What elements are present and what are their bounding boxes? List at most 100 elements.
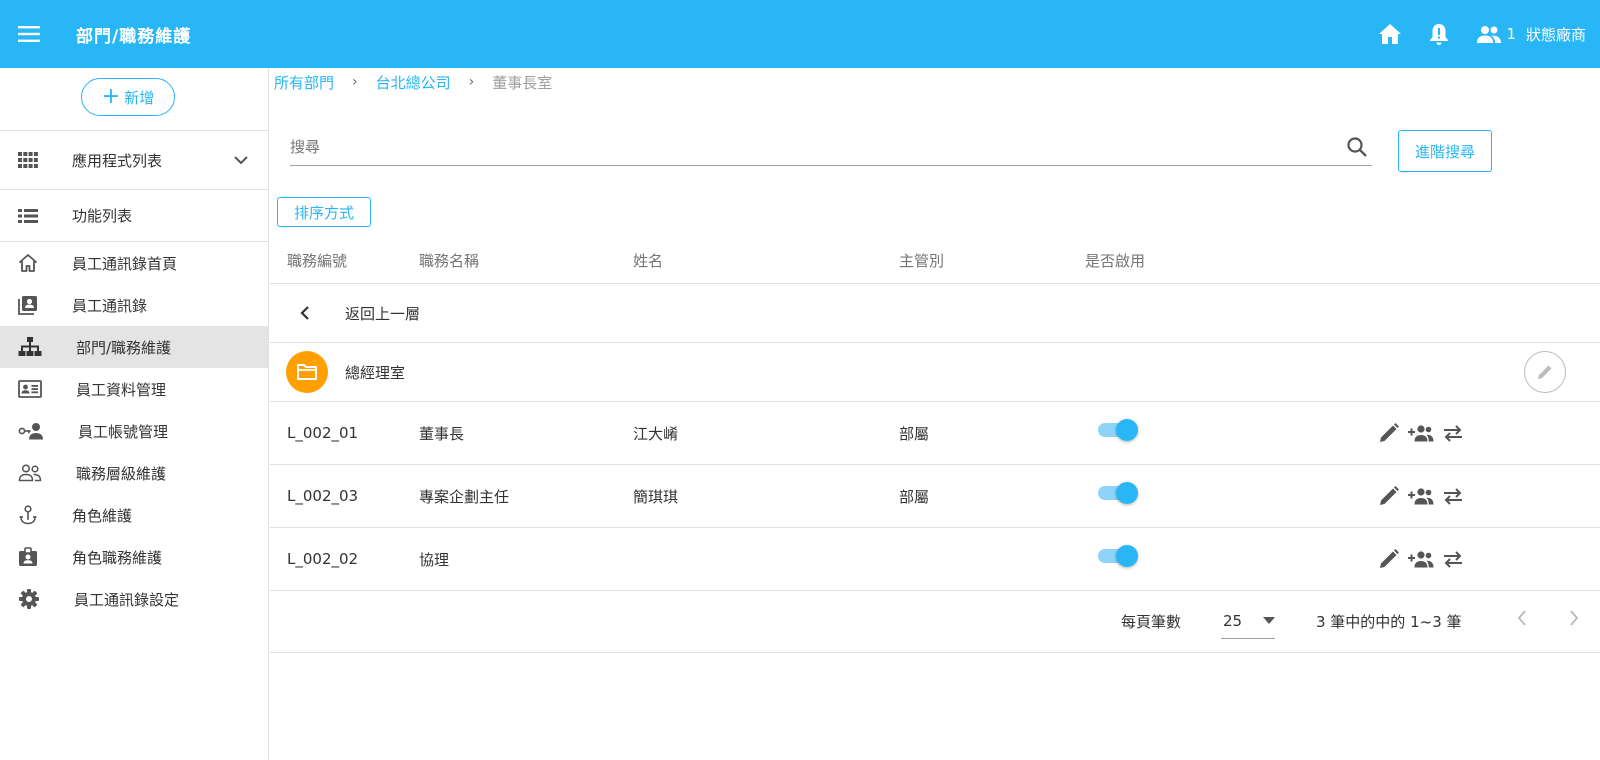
sidebar-item-directory-settings[interactable]: 員工通訊錄設定	[0, 578, 268, 620]
account-key-icon	[18, 423, 43, 440]
header-supervisor[interactable]: 主管別	[899, 250, 944, 271]
add-member-icon[interactable]	[1408, 550, 1434, 568]
table-row[interactable]: L_002_02 協理	[270, 528, 1600, 591]
advanced-search-button[interactable]: 進階搜尋	[1398, 130, 1492, 172]
transfer-icon[interactable]	[1442, 550, 1464, 568]
vendor-name[interactable]: 狀態廠商	[1526, 24, 1586, 45]
edit-icon[interactable]	[1378, 422, 1400, 444]
previous-page-icon[interactable]	[1516, 609, 1528, 627]
sidebar-item-roles[interactable]: 角色維護	[0, 494, 268, 536]
sidebar-item-employee-data[interactable]: 員工資料管理	[0, 368, 268, 410]
header-job-code[interactable]: 職務編號	[287, 250, 347, 271]
role-anchor-icon	[19, 505, 37, 525]
sidebar-item-department-maintenance[interactable]: 部門/職務維護	[0, 326, 268, 368]
header-enabled[interactable]: 是否啟用	[1085, 250, 1145, 271]
sidebar-item-label: 員工帳號管理	[78, 422, 169, 441]
cell-job-title: 董事長	[419, 424, 465, 443]
rows-per-page-label: 每頁筆數	[1121, 613, 1182, 631]
row-actions	[1378, 548, 1472, 570]
add-button[interactable]: + 新增	[81, 78, 175, 116]
enabled-toggle[interactable]	[1096, 544, 1138, 568]
contacts-book-icon	[18, 296, 37, 315]
plus-icon: +	[101, 84, 121, 109]
edit-folder-button[interactable]	[1524, 351, 1566, 393]
table-row[interactable]: L_002_03 專案企劃主任 簡琪琪 部屬	[270, 465, 1600, 528]
cell-job-title: 專案企劃主任	[419, 487, 510, 506]
breadcrumb-chevron-icon: ›	[468, 74, 475, 90]
people-icon	[1477, 26, 1502, 43]
menu-button[interactable]	[0, 0, 58, 68]
header-name[interactable]: 姓名	[633, 250, 663, 271]
enabled-toggle[interactable]	[1096, 418, 1138, 442]
rows-per-page-value: 25	[1223, 611, 1243, 630]
search-input[interactable]	[290, 137, 1346, 156]
table-header: 職務編號 職務名稱 姓名 主管別 是否啟用	[270, 238, 1600, 284]
edit-icon[interactable]	[1378, 485, 1400, 507]
sidebar-item-label: 員工通訊錄	[72, 296, 148, 315]
add-member-icon[interactable]	[1408, 487, 1434, 505]
main-content: 所有部門 › 台北總公司 › 董事長室 進階搜尋 排序方式 職務編號 職務名稱 …	[270, 68, 1600, 760]
page-range: 3 筆中的中的 1~3 筆	[1316, 613, 1462, 631]
bell-alert-icon	[1430, 24, 1449, 45]
sidebar-item-label: 部門/職務維護	[76, 338, 172, 357]
home-icon	[1379, 24, 1402, 44]
sidebar-item-employee-accounts[interactable]: 員工帳號管理	[0, 410, 268, 452]
sidebar-item-label: 角色職務維護	[72, 548, 163, 567]
add-button-label: 新增	[124, 88, 155, 107]
pencil-icon	[1538, 365, 1552, 379]
home-button[interactable]	[1378, 23, 1402, 45]
cell-job-code: L_002_03	[287, 487, 359, 505]
folder-badge	[286, 351, 328, 393]
sidebar-item-directory-home[interactable]: 員工通訊錄首頁	[0, 242, 268, 284]
sidebar-item-job-levels[interactable]: 職務層級維護	[0, 452, 268, 494]
id-card-icon	[18, 380, 42, 398]
sort-button[interactable]: 排序方式	[277, 197, 371, 227]
add-member-icon[interactable]	[1408, 424, 1434, 442]
cell-job-code: L_002_01	[287, 424, 359, 442]
sidebar-item-label: 職務層級維護	[76, 464, 167, 483]
folder-row[interactable]: 總經理室	[270, 343, 1600, 402]
next-page-icon[interactable]	[1568, 609, 1580, 627]
sidebar-item-directory[interactable]: 員工通訊錄	[0, 284, 268, 326]
cell-supervisor: 部屬	[899, 487, 930, 506]
transfer-icon[interactable]	[1442, 424, 1464, 442]
home-outline-icon	[19, 254, 37, 272]
cell-job-code: L_002_02	[287, 550, 359, 568]
users-button[interactable]: 1	[1476, 25, 1516, 43]
chevron-left-icon	[300, 306, 309, 320]
edit-icon[interactable]	[1378, 548, 1400, 570]
function-list-header[interactable]: 功能列表	[0, 190, 268, 242]
transfer-icon[interactable]	[1442, 487, 1464, 505]
people-outline-icon	[18, 464, 42, 482]
back-to-parent-row[interactable]: 返回上一層	[270, 284, 1600, 343]
folder-icon	[297, 364, 317, 380]
function-list-label: 功能列表	[72, 207, 133, 225]
sidebar-item-role-jobs[interactable]: 角色職務維護	[0, 536, 268, 578]
chevron-down-icon	[234, 155, 248, 164]
app-list-label: 應用程式列表	[72, 151, 163, 170]
list-icon	[18, 208, 38, 223]
notifications-button[interactable]	[1428, 22, 1450, 46]
cell-name: 江大崤	[633, 424, 679, 443]
hamburger-menu-icon	[18, 26, 40, 42]
cell-name: 簡琪琪	[633, 487, 679, 506]
table-row[interactable]: L_002_01 董事長 江大崤 部屬	[270, 402, 1600, 465]
badge-icon	[19, 547, 37, 566]
app-list-dropdown[interactable]: 應用程式列表	[0, 130, 268, 190]
breadcrumb-all-departments[interactable]: 所有部門	[274, 72, 334, 93]
row-actions	[1378, 485, 1472, 507]
back-label: 返回上一層	[345, 304, 421, 323]
rows-per-page-select[interactable]: 25	[1221, 603, 1275, 639]
enabled-toggle[interactable]	[1096, 481, 1138, 505]
search-icon[interactable]	[1346, 136, 1368, 158]
top-app-bar: 部門/職務維護 1 狀態廠商	[0, 0, 1600, 68]
breadcrumb-taipei-hq[interactable]: 台北總公司	[376, 72, 451, 93]
breadcrumb-current: 董事長室	[492, 73, 553, 92]
header-job-title[interactable]: 職務名稱	[419, 250, 479, 271]
breadcrumb: 所有部門 › 台北總公司 › 董事長室	[274, 72, 552, 92]
breadcrumb-chevron-icon: ›	[352, 74, 358, 90]
sidebar-item-label: 員工通訊錄設定	[74, 590, 180, 609]
row-actions	[1378, 422, 1472, 444]
gear-icon	[19, 589, 39, 609]
dropdown-arrow-icon	[1263, 617, 1275, 624]
